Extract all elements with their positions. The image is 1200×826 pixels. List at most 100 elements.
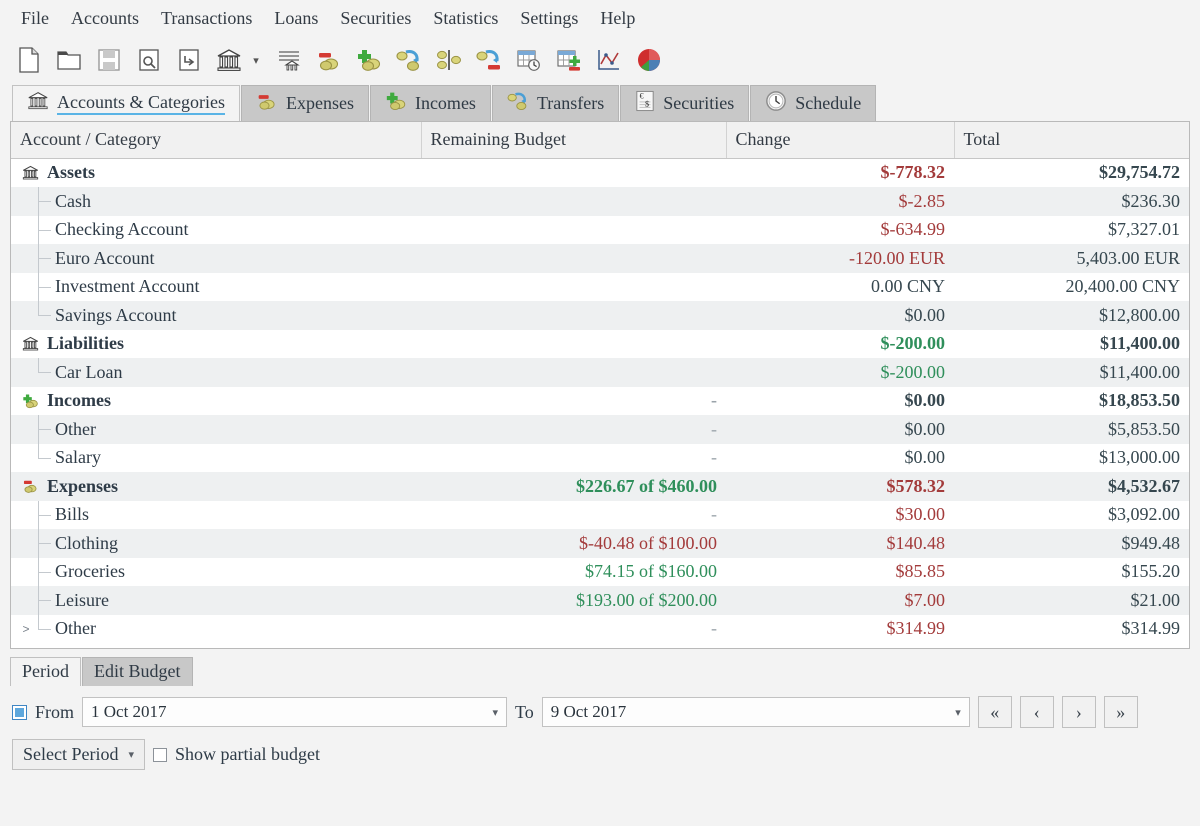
table-row[interactable]: Incomes - $0.00 $18,853.50 — [11, 386, 1189, 415]
column-header-remaining-budget[interactable]: Remaining Budget — [421, 122, 727, 159]
payment-icon[interactable] — [472, 43, 506, 77]
tab-edit-budget[interactable]: Edit Budget — [82, 657, 193, 686]
row-expander-icon[interactable]: > — [20, 622, 32, 636]
menu-item-settings[interactable]: Settings — [509, 5, 589, 32]
first-period-button[interactable]: « — [977, 696, 1012, 728]
cell-account-category: Incomes — [11, 386, 421, 415]
expense-icon[interactable] — [312, 43, 346, 77]
row-label: Other — [55, 418, 96, 439]
table-row[interactable]: Car Loan $-200.00 $11,400.00 — [11, 358, 1189, 387]
tree-branch-line — [32, 358, 54, 387]
menu-item-help[interactable]: Help — [589, 5, 646, 32]
from-date-combo[interactable]: 1 Oct 2017 ▾ — [82, 697, 508, 727]
chart-line-icon[interactable] — [592, 43, 626, 77]
tab-incomes[interactable]: Incomes — [369, 85, 491, 121]
menu-bar: File Accounts Transactions Loans Securit… — [0, 0, 1200, 36]
table-row[interactable]: Salary - $0.00 $13,000.00 — [11, 443, 1189, 472]
chart-pie-icon[interactable] — [632, 43, 666, 77]
table-row[interactable]: Bills - $30.00 $3,092.00 — [11, 500, 1189, 529]
cell-remaining-budget — [421, 272, 726, 301]
account-bank-icon[interactable] — [212, 43, 246, 77]
tree-branch-line — [32, 244, 54, 273]
table-row[interactable]: Assets $-778.32 $29,754.72 — [11, 158, 1189, 187]
save-icon[interactable] — [92, 43, 126, 77]
accounts-table-container[interactable]: Account / Category Remaining Budget Chan… — [10, 121, 1190, 649]
select-period-button[interactable]: Select Period ▾ — [12, 739, 146, 770]
tab-securities[interactable]: € $ Securities — [620, 85, 750, 121]
cell-change: -120.00 EUR — [726, 244, 954, 273]
row-label: Leisure — [55, 589, 109, 610]
row-label: Car Loan — [55, 361, 123, 382]
table-row[interactable]: Groceries $74.15 of $160.00 $85.85 $155.20 — [11, 557, 1189, 586]
menu-item-accounts[interactable]: Accounts — [60, 5, 150, 32]
tab-accounts-categories[interactable]: Accounts & Categories — [12, 85, 240, 121]
row-label: Cash — [55, 190, 91, 211]
toolbar: ▾ — [0, 36, 1200, 84]
cell-account-category: Investment Account — [11, 272, 421, 301]
cell-remaining-budget: - — [421, 614, 726, 643]
expense-icon — [256, 91, 278, 116]
tree-branch-line — [32, 614, 54, 644]
table-row[interactable]: Clothing $-40.48 of $100.00 $140.48 $949.48 — [11, 529, 1189, 558]
to-date-combo[interactable]: 9 Oct 2017 ▾ — [541, 697, 970, 727]
split-icon[interactable] — [432, 43, 466, 77]
tab-schedule[interactable]: Schedule — [750, 85, 877, 121]
tree-branch-line — [32, 415, 54, 444]
cell-change: $0.00 — [726, 443, 954, 472]
row-label: Incomes — [47, 390, 111, 411]
show-partial-budget-checkbox[interactable] — [153, 747, 168, 762]
table-row[interactable]: Other - $0.00 $5,853.50 — [11, 415, 1189, 444]
table-row[interactable]: Expenses $226.67 of $460.00 $578.32 $4,532.… — [11, 472, 1189, 501]
cell-remaining-budget — [421, 158, 726, 187]
row-label: Assets — [47, 162, 95, 183]
column-header-change[interactable]: Change — [726, 122, 955, 159]
cell-change: $-200.00 — [726, 329, 954, 358]
accounts-table-body: Assets $-778.32 $29,754.72 Cash $-2.85 $236.3… — [11, 158, 1189, 643]
table-row[interactable]: Savings Account $0.00 $12,800.00 — [11, 301, 1189, 330]
table-row[interactable]: Liabilities $-200.00 $11,400.00 — [11, 329, 1189, 358]
cell-remaining-budget — [421, 329, 726, 358]
income-icon[interactable] — [352, 43, 386, 77]
tree-branch-line — [32, 215, 54, 244]
column-header-total[interactable]: Total — [954, 122, 1189, 159]
budget-icon[interactable] — [552, 43, 586, 77]
tab-transfers[interactable]: Transfers — [491, 85, 620, 121]
table-row[interactable]: Checking Account $-634.99 $7,327.01 — [11, 215, 1189, 244]
column-header-account-category[interactable]: Account / Category — [11, 122, 422, 159]
cell-total: $3,092.00 — [954, 500, 1189, 529]
menu-item-loans[interactable]: Loans — [263, 5, 329, 32]
securities-icon: € $ — [635, 90, 655, 117]
table-row[interactable]: Cash $-2.85 $236.30 — [11, 187, 1189, 216]
from-date-value: 1 Oct 2017 — [91, 702, 167, 721]
menu-item-statistics[interactable]: Statistics — [422, 5, 509, 32]
new-file-icon[interactable] — [12, 43, 46, 77]
menu-item-securities[interactable]: Securities — [329, 5, 422, 32]
menu-item-transactions[interactable]: Transactions — [150, 5, 263, 32]
cell-total: $155.20 — [954, 557, 1189, 586]
transfer-icon[interactable] — [392, 43, 426, 77]
cell-total: $11,400.00 — [954, 329, 1189, 358]
from-enabled-checkbox[interactable] — [12, 704, 27, 720]
schedule-icon[interactable] — [512, 43, 546, 77]
table-row[interactable]: Investment Account 0.00 CNY 20,400.00 CNY — [11, 272, 1189, 301]
table-row[interactable]: > Other - $314.99 $314.99 — [11, 614, 1189, 644]
export-icon[interactable] — [172, 43, 206, 77]
cell-remaining-budget: $193.00 of $200.00 — [421, 586, 726, 615]
table-row[interactable]: Euro Account -120.00 EUR 5,403.00 EUR — [11, 244, 1189, 273]
previous-period-button[interactable]: ‹ — [1019, 696, 1054, 728]
row-label: Expenses — [47, 475, 119, 496]
last-period-button[interactable]: » — [1103, 696, 1138, 728]
open-folder-icon[interactable] — [52, 43, 86, 77]
tab-expenses[interactable]: Expenses — [240, 85, 369, 121]
bank-icon — [20, 165, 40, 181]
print-preview-icon[interactable] — [132, 43, 166, 77]
tree-branch-line — [32, 500, 54, 529]
row-label: Euro Account — [55, 247, 155, 268]
menu-item-file[interactable]: File — [10, 5, 60, 32]
bottom-tab-bar: Period Edit Budget — [10, 657, 1190, 686]
chevron-down-icon[interactable]: ▾ — [248, 43, 264, 77]
tab-period[interactable]: Period — [10, 657, 81, 686]
table-row[interactable]: Leisure $193.00 of $200.00 $7.00 $21.00 — [11, 586, 1189, 615]
account-list-icon[interactable] — [272, 43, 306, 77]
next-period-button[interactable]: › — [1061, 696, 1096, 728]
